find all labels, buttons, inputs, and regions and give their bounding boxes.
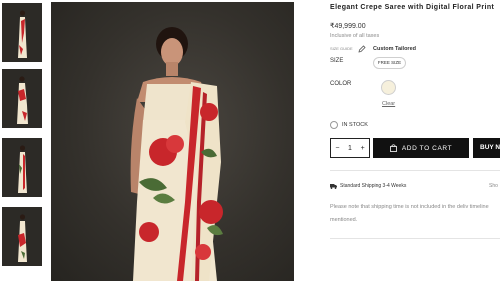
product-price: ₹49,999.00 — [330, 23, 366, 30]
product-main-image[interactable] — [51, 2, 294, 281]
saree-figure-icon — [18, 10, 27, 58]
plus-button[interactable]: + — [361, 145, 365, 152]
thumbnail-2[interactable] — [2, 69, 42, 128]
thumbnail-4[interactable] — [2, 207, 42, 266]
color-label: COLOR — [330, 81, 352, 87]
product-title: Elegant Crepe Saree with Digital Floral … — [330, 4, 495, 11]
color-swatch[interactable] — [381, 80, 396, 95]
thumbnail-3[interactable] — [2, 138, 42, 197]
buy-now-button[interactable]: BUY N — [473, 138, 500, 158]
size-label: SIZE — [330, 58, 344, 64]
minus-button[interactable]: − — [335, 145, 339, 152]
saree-figure-icon — [18, 214, 27, 262]
add-to-cart-label: ADD TO CART — [401, 144, 453, 152]
shipping-more-link[interactable]: Sho — [489, 183, 498, 189]
thumbnail-1[interactable] — [2, 3, 42, 62]
saree-model-image — [130, 27, 223, 281]
pencil-icon[interactable] — [358, 45, 366, 53]
saree-figure-icon — [18, 145, 27, 193]
custom-tailored-label[interactable]: Custom Tailored — [373, 46, 416, 52]
shipping-title: Standard Shipping 3-4 Weeks — [340, 183, 407, 189]
quantity-stepper[interactable]: − 1 + — [330, 138, 370, 158]
saree-figure-icon — [17, 76, 28, 124]
divider — [330, 170, 500, 171]
truck-icon — [330, 184, 337, 189]
stock-status: IN STOCK — [342, 122, 368, 128]
product-info-panel: Elegant Crepe Saree with Digital Floral … — [330, 0, 500, 281]
clear-link[interactable]: Clear — [382, 101, 395, 107]
tax-note: Inclusive of all taxes — [330, 33, 380, 39]
shopping-bag-icon — [389, 144, 397, 152]
add-to-cart-button[interactable]: ADD TO CART — [373, 138, 469, 158]
stock-check-icon — [330, 121, 338, 129]
size-guide-link[interactable]: SIZE GUIDE — [330, 46, 353, 51]
shipping-note: Please note that shipping time is not in… — [330, 204, 489, 223]
divider — [330, 238, 500, 239]
quantity-value[interactable]: 1 — [348, 145, 352, 152]
size-option-free[interactable]: FREE SIZE — [373, 57, 406, 69]
